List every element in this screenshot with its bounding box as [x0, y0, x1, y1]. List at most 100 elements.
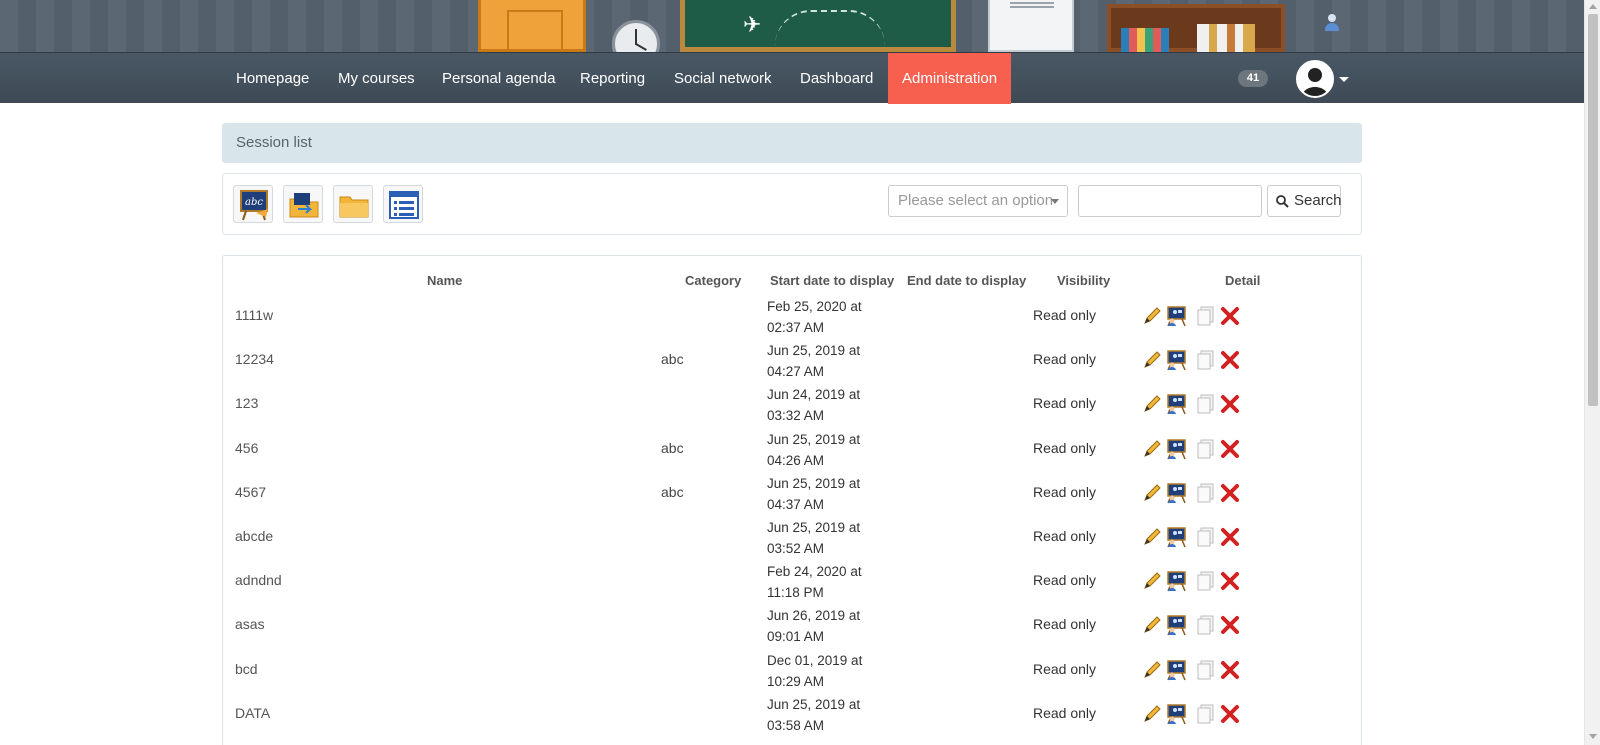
chevron-down-icon[interactable]: [1339, 77, 1349, 82]
subscribe-users-icon[interactable]: [1165, 526, 1187, 548]
session-start-date: Jun 25, 2019 at 04:27 AM: [767, 343, 861, 380]
session-name[interactable]: asas: [235, 616, 265, 632]
session-list-view-button[interactable]: [383, 185, 423, 223]
delete-icon[interactable]: [1219, 305, 1241, 327]
subscribe-users-icon[interactable]: [1165, 393, 1187, 415]
edit-icon[interactable]: [1141, 438, 1163, 460]
column-header-category[interactable]: Category: [685, 273, 741, 288]
session-visibility: Read only: [1033, 395, 1097, 412]
session-name[interactable]: adndnd: [235, 572, 282, 588]
column-header-end-date[interactable]: End date to display: [907, 273, 1026, 288]
column-header-visibility[interactable]: Visibility: [1057, 273, 1110, 288]
edit-icon[interactable]: [1141, 349, 1163, 371]
toolbar: abc Please select an option Search: [222, 173, 1362, 235]
table-row: 12234 abc Jun 25, 2019 at 04:27 AM Read onl…: [223, 339, 1361, 383]
user-avatar[interactable]: [1296, 60, 1334, 98]
scroll-down-arrow-icon[interactable]: [1589, 734, 1597, 739]
edit-icon[interactable]: [1141, 614, 1163, 636]
search-button[interactable]: Search: [1267, 185, 1342, 217]
books-decoration: [1197, 24, 1255, 52]
edit-icon[interactable]: [1141, 703, 1163, 725]
delete-icon[interactable]: [1219, 393, 1241, 415]
table-row: 123 Jun 24, 2019 at 03:32 AM Read only: [223, 383, 1361, 427]
subscribe-users-icon[interactable]: [1165, 570, 1187, 592]
session-visibility: Read only: [1033, 616, 1097, 633]
subscribe-users-icon[interactable]: [1165, 482, 1187, 504]
delete-icon[interactable]: [1219, 570, 1241, 592]
filter-select[interactable]: Please select an option: [888, 185, 1068, 217]
nav-homepage[interactable]: Homepage: [222, 53, 323, 104]
delete-icon[interactable]: [1219, 614, 1241, 636]
table-row: 456 abc Jun 25, 2019 at 04:26 AM Read only: [223, 428, 1361, 472]
session-name[interactable]: bcd: [235, 661, 258, 677]
copy-icon[interactable]: [1195, 570, 1217, 592]
subscribe-users-icon[interactable]: [1165, 659, 1187, 681]
copy-icon[interactable]: [1195, 305, 1217, 327]
edit-icon[interactable]: [1141, 482, 1163, 504]
search-button-label: Search: [1294, 192, 1342, 209]
export-sessions-button[interactable]: [333, 185, 373, 223]
session-name[interactable]: abcde: [235, 528, 273, 544]
column-header-detail: Detail: [1225, 273, 1261, 288]
session-name[interactable]: 12234: [235, 351, 274, 367]
copy-icon[interactable]: [1195, 482, 1217, 504]
export-sessions-icon: [339, 196, 369, 218]
session-name[interactable]: DATA: [235, 705, 270, 721]
scroll-up-arrow-icon[interactable]: [1589, 4, 1597, 9]
edit-icon[interactable]: [1141, 659, 1163, 681]
search-input[interactable]: [1078, 185, 1262, 217]
copy-icon[interactable]: [1195, 659, 1217, 681]
subscribe-users-icon[interactable]: [1165, 614, 1187, 636]
edit-icon[interactable]: [1141, 393, 1163, 415]
column-header-start-date[interactable]: Start date to display: [770, 273, 894, 288]
nav-administration[interactable]: Administration: [888, 53, 1012, 104]
subscribe-users-icon[interactable]: [1165, 703, 1187, 725]
session-name[interactable]: 1111w: [235, 307, 273, 323]
delete-icon[interactable]: [1219, 438, 1241, 460]
filter-select-placeholder: Please select an option: [898, 192, 1054, 209]
copy-icon[interactable]: [1195, 526, 1217, 548]
copy-icon[interactable]: [1195, 349, 1217, 371]
poster-illustration: [988, 0, 1074, 52]
copy-icon[interactable]: [1195, 614, 1217, 636]
breadcrumb: Session list: [222, 123, 1362, 163]
edit-icon[interactable]: [1141, 570, 1163, 592]
session-visibility: Read only: [1033, 307, 1097, 323]
subscribe-users-icon[interactable]: [1165, 305, 1187, 327]
copy-icon[interactable]: [1195, 438, 1217, 460]
session-start-date: Feb 24, 2020 at 11:18 PM: [767, 564, 862, 601]
import-sessions-button[interactable]: [283, 185, 323, 223]
nav-personal-agenda[interactable]: Personal agenda: [428, 53, 569, 104]
page-scrollbar[interactable]: [1584, 0, 1600, 745]
chevron-down-icon: [1051, 199, 1059, 204]
copy-icon[interactable]: [1195, 703, 1217, 725]
delete-icon[interactable]: [1219, 703, 1241, 725]
session-name[interactable]: 123: [235, 395, 258, 411]
nav-reporting[interactable]: Reporting: [566, 53, 659, 104]
copy-icon[interactable]: [1195, 393, 1217, 415]
nav-dashboard[interactable]: Dashboard: [786, 53, 887, 104]
delete-icon[interactable]: [1219, 482, 1241, 504]
column-header-name[interactable]: Name: [427, 273, 462, 288]
nav-social-network[interactable]: Social network: [660, 53, 786, 104]
session-category: abc: [661, 351, 684, 368]
subscribe-users-icon[interactable]: [1165, 438, 1187, 460]
delete-icon[interactable]: [1219, 349, 1241, 371]
session-name[interactable]: 456: [235, 440, 258, 456]
add-session-button[interactable]: abc: [233, 185, 273, 223]
nav-my-courses[interactable]: My courses: [324, 53, 429, 104]
edit-icon[interactable]: [1141, 526, 1163, 548]
edit-icon[interactable]: [1141, 305, 1163, 327]
notification-badge[interactable]: 41: [1238, 70, 1268, 87]
user-icon[interactable]: [1325, 14, 1339, 32]
session-start-date: Jun 25, 2019 at 03:58 AM: [767, 696, 861, 733]
delete-icon[interactable]: [1219, 526, 1241, 548]
delete-icon[interactable]: [1219, 659, 1241, 681]
subscribe-users-icon[interactable]: [1165, 349, 1187, 371]
session-start-date: Dec 01, 2019 at 10:29 AM: [767, 652, 863, 689]
scrollbar-thumb[interactable]: [1588, 14, 1598, 406]
session-name[interactable]: 4567: [235, 484, 266, 500]
header-banner: ✈: [0, 0, 1584, 52]
table-row: 4567 abc Jun 25, 2019 at 04:37 AM Read only: [223, 472, 1361, 516]
session-visibility: Read only: [1033, 351, 1097, 368]
